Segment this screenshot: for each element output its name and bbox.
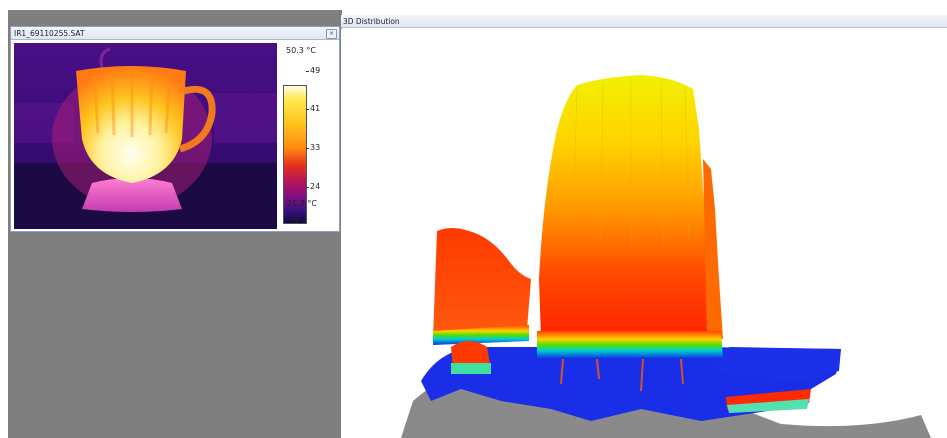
scale-tick: [306, 148, 309, 149]
thermal-image[interactable]: [14, 43, 277, 229]
thermal-window-title: IR1_69110255.SAT: [14, 29, 85, 38]
scale-tick-label: 33: [310, 143, 321, 152]
3d-distribution-view[interactable]: [341, 29, 947, 438]
scale-tick: [306, 187, 309, 188]
3d-window-title: 3D Distribution: [343, 17, 400, 26]
scale-max-label: 50.3 °C: [286, 46, 316, 55]
scale-tick: [306, 71, 309, 72]
scale-channel-label: IR_1: [291, 216, 307, 224]
thermal-image-window[interactable]: IR1_69110255.SAT × 50.3 °C 49 41 33 24 2…: [10, 26, 340, 232]
scale-min-label: 21.7 °C: [287, 199, 317, 208]
scale-tick-label: 49: [310, 66, 321, 75]
close-icon[interactable]: ×: [326, 29, 337, 39]
thermal-window-titlebar[interactable]: IR1_69110255.SAT ×: [11, 27, 339, 40]
scale-tick-label: 24: [310, 182, 321, 191]
top-strip: [0, 0, 947, 10]
3d-window-titlebar[interactable]: 3D Distribution: [341, 15, 947, 28]
scale-tick-label: 41: [310, 104, 321, 113]
scale-tick: [306, 109, 309, 110]
3d-surface-plot[interactable]: [341, 29, 947, 438]
